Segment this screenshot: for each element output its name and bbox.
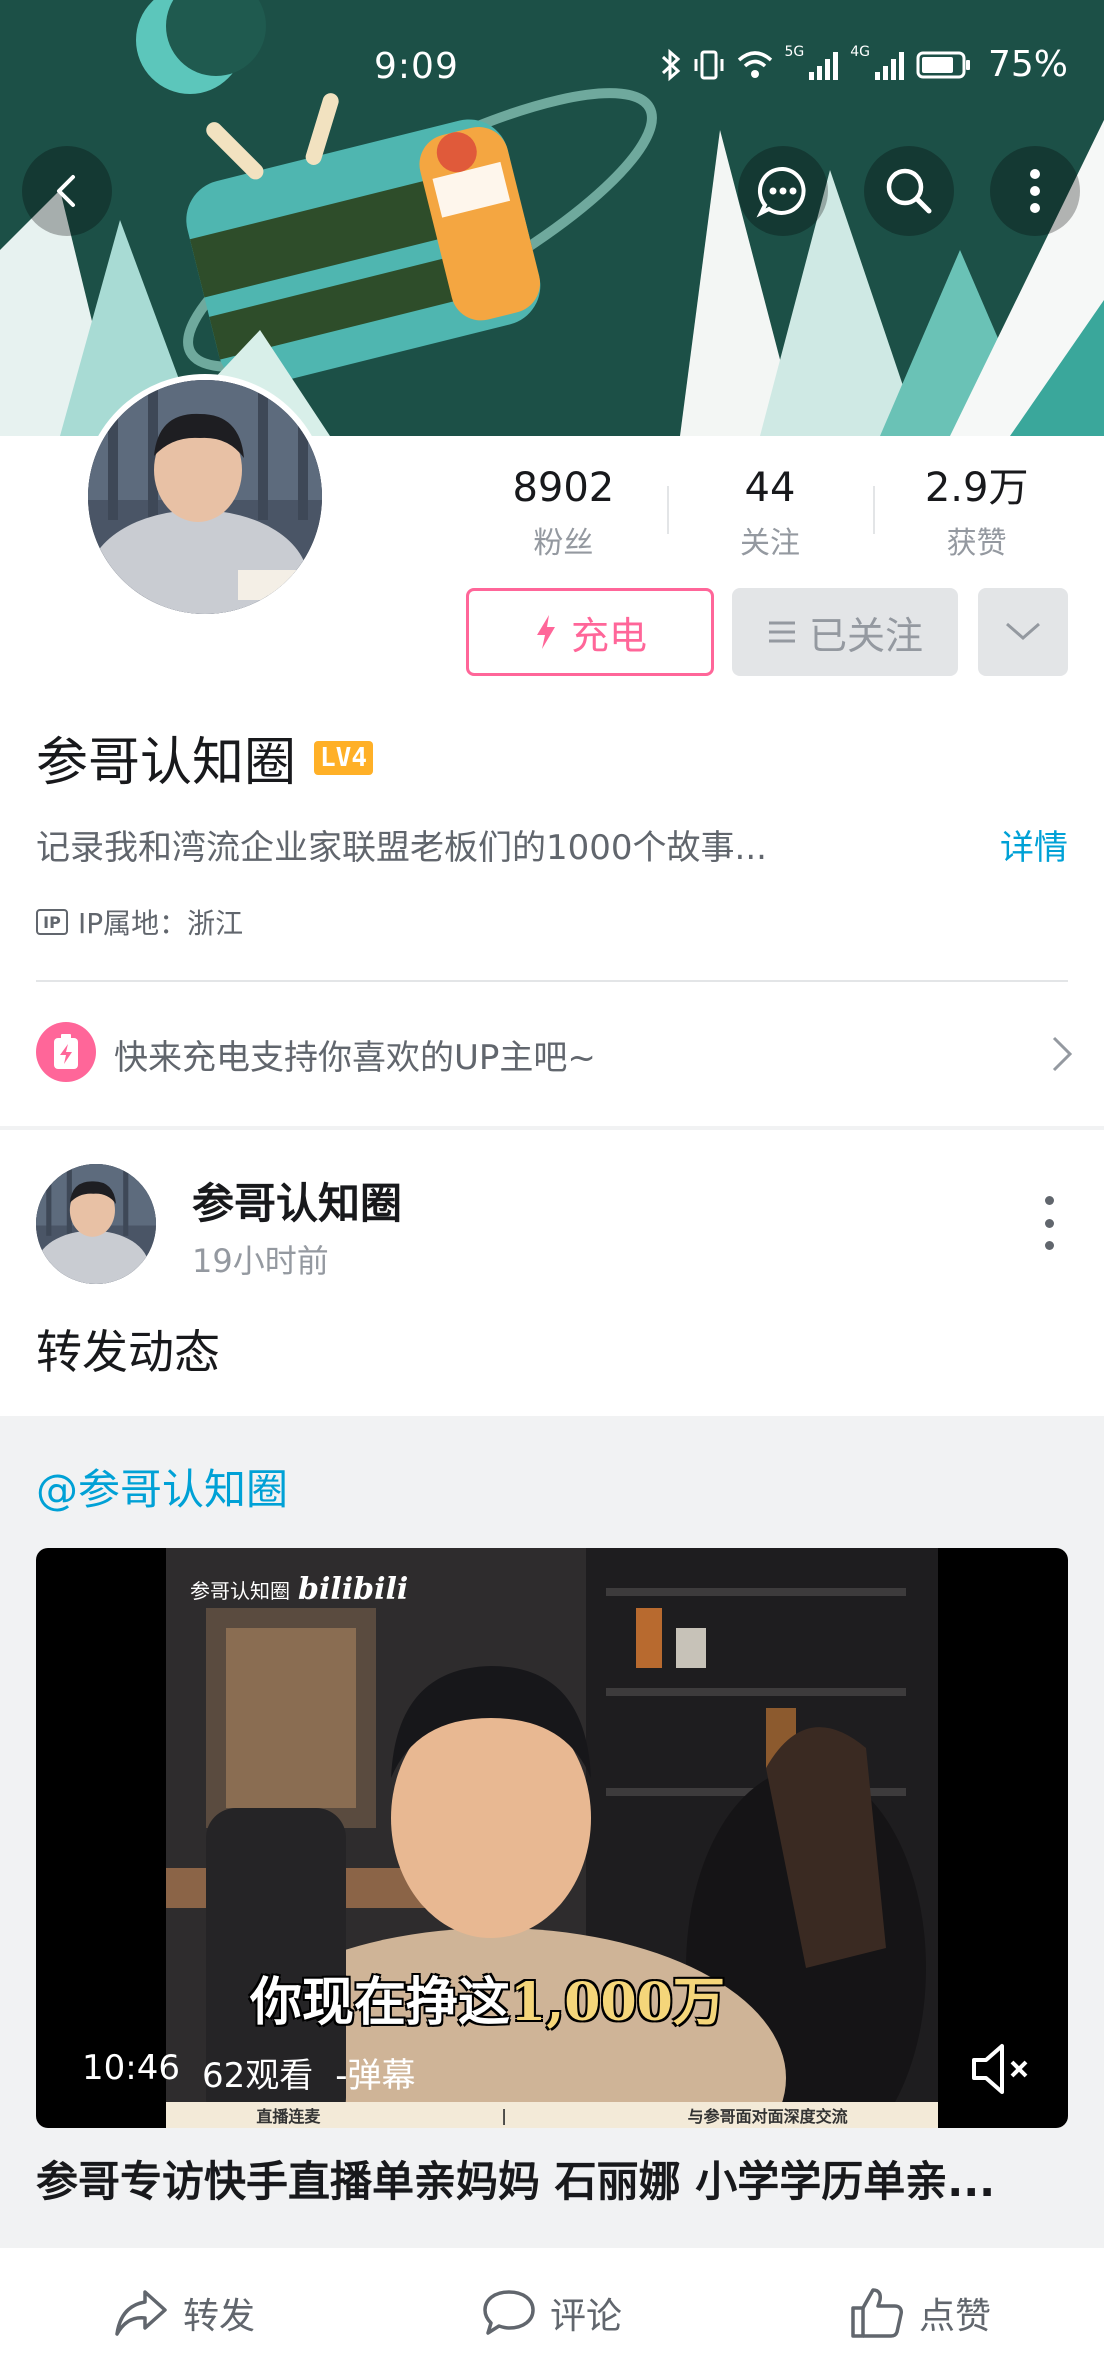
profile-name: 参哥认知圈 [36,733,297,793]
video-subtitle: 你现在挣这1,000万 [250,1960,725,2035]
chevron-down-icon [1006,622,1040,640]
bilibili-logo: bilibili [298,1572,409,1607]
avatar-image [88,380,322,614]
back-button[interactable] [22,146,112,236]
mute-icon[interactable] [968,2038,1034,2100]
stat-following[interactable]: 44 关注 [666,462,874,572]
battery-icon [916,51,970,78]
video-strip-right: 与参哥面对面深度交流 [687,2107,848,2126]
status-time: 9:09 [374,46,459,87]
ip-location: IP属地：浙江 [78,907,244,940]
charge-support-text: 快来充电支持你喜欢的UP主吧~ [114,1038,596,1078]
reposted-content[interactable]: @参哥认知圈 参哥认知圈 bilibili 你现在挣这1,000万 直播连麦 |… [0,1416,1104,2248]
post-action-bar: 转发 评论 点赞 [0,2250,1104,2376]
video-danmaku: -弹幕 [335,2056,416,2096]
stat-followers[interactable]: 8902 粉丝 [460,462,667,572]
stat-likes: 2.9万 获赞 [873,462,1080,572]
video-watermark-name: 参哥认知圈 [190,1579,290,1603]
video-subtitle-highlight: 1,000万 [510,1972,725,2033]
battery-level: 75% [987,44,1068,85]
stat-label: 关注 [740,526,800,561]
video-subtitle-text: 你现在挣这 [250,1972,511,2033]
signal-icon-2 [874,51,904,80]
profile-name-row: 参哥认知圈 LV4 [36,720,373,795]
profile-stats: 8902 粉丝 44 关注 2.9万 获赞 [460,462,1080,572]
signal-icon [809,51,839,80]
thumbs-up-icon [851,2288,903,2338]
follow-dropdown-button[interactable] [978,588,1068,676]
status-icons: 5G 4G 75% [660,44,1068,85]
level-badge: LV4 [314,740,373,775]
bluetooth-icon [662,48,681,81]
divider [36,980,1068,982]
video-title[interactable]: 参哥专访快手直播单亲妈妈 石丽娜 小学学历单亲... [36,2148,1068,2209]
status-bar: 9:09 5G 4G 75% [0,0,1104,130]
wifi-icon [738,50,773,78]
charge-support-banner[interactable]: 快来充电支持你喜欢的UP主吧~ [0,1000,1104,1106]
section-divider [0,1126,1104,1130]
network-4g-label: 4G [850,44,870,60]
chevron-right-icon [1052,1036,1073,1072]
profile-banner: 9:09 5G 4G 75% [0,0,1104,436]
network-5g-label: 5G [784,44,805,60]
followed-button[interactable]: 已关注 [732,588,958,676]
share-label: 转发 [182,2296,255,2337]
menu-lines-icon [768,621,795,643]
vibrate-icon [694,50,724,79]
video-thumbnail: 参哥认知圈 bilibili 你现在挣这1,000万 直播连麦 | 与参哥面对面… [166,1548,938,2128]
stat-label: 粉丝 [533,526,594,561]
stat-value: 2.9万 [924,465,1029,511]
stat-value: 44 [744,465,796,511]
chat-bubble-icon [756,166,806,218]
video-duration: 10:46 [82,2048,180,2088]
share-arrow-icon [115,2290,167,2336]
video-watermark: 参哥认知圈 bilibili [190,1572,408,1607]
comment-button[interactable]: 评论 [368,2250,736,2376]
charge-button-label: 充电 [570,613,647,658]
post-time: 19小时前 [192,1242,329,1280]
more-options-button[interactable] [990,146,1080,236]
more-vertical-icon [1030,169,1040,213]
ip-location-row: IP IP属地：浙江 [36,902,243,942]
avatar-image [36,1164,156,1284]
stat-value: 8902 [512,465,615,511]
search-icon [886,168,932,214]
dot-icon [1044,1196,1054,1205]
profile-bio: 记录我和湾流企业家联盟老板们的1000个故事... [36,828,767,868]
stat-label: 获赞 [946,526,1007,561]
video-strip-left: 直播连麦 [256,2107,321,2126]
battery-charge-icon [36,1022,96,1082]
message-button[interactable] [738,146,828,236]
like-label: 点赞 [918,2296,991,2337]
post-more-button[interactable] [1034,1196,1064,1250]
video-bottom-strip: 直播连麦 | 与参哥面对面深度交流 [166,2102,938,2128]
search-button[interactable] [864,146,954,236]
post-text: 转发动态 [36,1325,220,1379]
followed-button-label: 已关注 [808,613,923,658]
post-author-avatar[interactable] [36,1164,156,1284]
comment-bubble-icon [483,2290,535,2335]
profile-avatar[interactable] [82,374,328,620]
ip-icon: IP [36,909,68,935]
post-author-name[interactable]: 参哥认知圈 [192,1170,402,1231]
video-strip-divider: | [501,2105,507,2125]
comment-label: 评论 [549,2296,622,2337]
video-frame-image [166,1548,938,2128]
video-views: 62观看 [201,2056,314,2096]
share-button[interactable]: 转发 [0,2250,368,2376]
lightning-icon [536,615,555,649]
charge-button[interactable]: 充电 [466,588,714,676]
like-button[interactable]: 点赞 [736,2250,1104,2376]
dot-icon [1044,1241,1054,1250]
dot-icon [1044,1218,1054,1228]
video-meta: 10:46 62观看 -弹幕 [82,2048,416,2097]
back-arrow-icon [57,175,75,207]
bio-detail-link[interactable]: 详情 [1000,820,1068,869]
video-card[interactable]: 参哥认知圈 bilibili 你现在挣这1,000万 直播连麦 | 与参哥面对面… [36,1548,1068,2128]
repost-mention[interactable]: @参哥认知圈 [36,1456,288,1517]
